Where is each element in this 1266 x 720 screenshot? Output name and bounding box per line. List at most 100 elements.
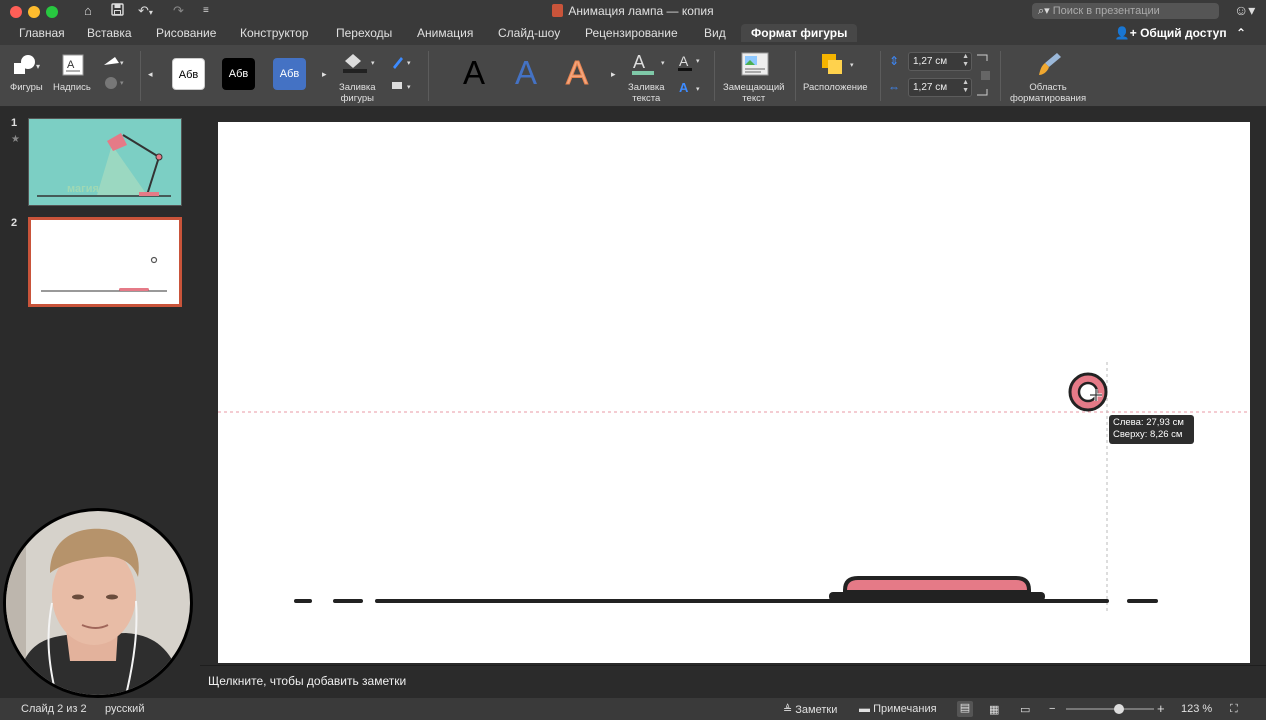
svg-text:▾: ▾ (407, 60, 411, 67)
slide-number-1: 1 (11, 117, 18, 129)
format-pane-label: Область форматирования (1010, 82, 1086, 104)
wordart-orange[interactable]: A (565, 54, 588, 91)
shapes-label: Фигуры (10, 82, 43, 93)
search-placeholder: Поиск в презентации (1052, 5, 1160, 17)
tab-design[interactable]: Конструктор (240, 26, 308, 40)
redo-icon[interactable]: ↷ (173, 3, 184, 19)
tab-slideshow[interactable]: Слайд-шоу (498, 26, 560, 40)
notes-toggle-label: Заметки (795, 704, 838, 716)
svg-text:A: A (67, 59, 75, 71)
slide-content (218, 362, 1250, 612)
document-icon (552, 4, 564, 17)
slide-thumbnail-2[interactable] (28, 217, 182, 307)
styles-prev-arrow[interactable]: ◂ (148, 69, 153, 80)
styles-next-arrow[interactable]: ▸ (322, 69, 327, 80)
share-label: Общий доступ (1140, 26, 1227, 40)
width-stepper[interactable]: ▲ ▼ (962, 79, 969, 95)
normal-view-icon[interactable]: ▤ (957, 701, 973, 717)
arrange-icon[interactable]: ▾ (820, 52, 860, 81)
shape-style-blue[interactable]: Абв (273, 58, 306, 90)
comments-toggle-button[interactable]: ▬ Примечания (859, 703, 937, 715)
text-fill-label: Заливка текста (628, 82, 665, 104)
reading-view-icon[interactable]: ▭ (1020, 703, 1030, 716)
search-input[interactable]: ⌕▾ Поиск в презентации (1032, 3, 1219, 19)
lamp-base-plate[interactable] (829, 592, 1045, 601)
status-bar: Слайд 2 из 2 русский ≜ Заметки ▬ Примеча… (0, 698, 1266, 720)
edit-shape-icon[interactable]: ▾ ▾ (101, 53, 127, 98)
share-button[interactable]: 👤+ Общий доступ ⌃ (1115, 26, 1246, 40)
slide-thumbnail-1[interactable]: магия (28, 118, 182, 206)
alt-text-label-line2: текст (742, 93, 766, 104)
arrange-label: Расположение (803, 82, 868, 93)
text-outline-icon[interactable]: A ▾ A ▾ (676, 51, 706, 100)
save-icon[interactable] (111, 3, 124, 19)
slide-2-preview (41, 256, 167, 292)
ribbon-toolbar: ▾ Фигуры A Надпись ▾ ▾ ◂ Абв Абв Абв ▸ ▾ … (0, 45, 1266, 107)
slide-1-thumb-text: магия (67, 183, 99, 195)
shape-style-black[interactable]: Абв (222, 58, 255, 90)
tab-shape-format[interactable]: Формат фигуры (741, 24, 858, 42)
svg-text:▾: ▾ (120, 80, 124, 87)
close-window-button[interactable] (10, 6, 22, 18)
comments-icon: ▬ (859, 703, 870, 715)
minimize-window-button[interactable] (28, 6, 40, 18)
text-fill-label-line1: Заливка (628, 82, 665, 93)
shape-outline-icon[interactable]: ▾ ▾ (389, 53, 417, 98)
height-stepper[interactable]: ▲ ▼ (962, 53, 969, 69)
ribbon-separator (1000, 51, 1001, 101)
text-fill-icon[interactable]: A ▾ (630, 51, 668, 82)
slide-sorter-icon[interactable]: ▦ (989, 703, 999, 716)
slide-canvas[interactable] (218, 122, 1250, 663)
wordart-blue[interactable]: A (515, 55, 537, 91)
zoom-level[interactable]: 123 % (1181, 703, 1212, 715)
zoom-slider-thumb[interactable] (1114, 704, 1125, 714)
shapes-icon[interactable]: ▾ (12, 53, 42, 84)
shape-fill-label-line2: фигуры (340, 93, 374, 104)
language-indicator[interactable]: русский (105, 703, 144, 715)
feedback-smiley-icon[interactable]: ☺▾ (1234, 2, 1255, 19)
customize-toolbar-icon[interactable]: ≡ (203, 3, 209, 19)
tab-view[interactable]: Вид (704, 26, 726, 40)
tab-review[interactable]: Рецензирование (585, 26, 678, 40)
tab-draw[interactable]: Рисование (156, 26, 216, 40)
home-icon[interactable]: ⌂ (84, 3, 92, 19)
powerpoint-window: ⌂ ↶▾ ↷ ≡ Анимация лампа — копия ⌕▾ Поиск … (0, 0, 1266, 720)
maximize-window-button[interactable] (46, 6, 58, 18)
alt-text-icon[interactable] (741, 52, 769, 81)
shape-fill-label-line1: Заливка (339, 82, 376, 93)
alt-text-label: Замещающий текст (723, 82, 785, 104)
lock-aspect-icon[interactable] (975, 53, 991, 102)
wordart-next-arrow[interactable]: ▸ (611, 69, 616, 80)
notes-toggle-button[interactable]: ≜ Заметки (783, 703, 837, 716)
format-pane-label-line1: Область (1029, 82, 1067, 93)
wordart-black[interactable]: A (463, 55, 485, 91)
zoom-slider[interactable] (1066, 704, 1154, 714)
comments-toggle-label: Примечания (873, 703, 937, 715)
shape-fill-icon[interactable]: ▾ (341, 51, 379, 80)
shape-height-input[interactable]: 1,27 см ▲ ▼ (908, 52, 972, 71)
undo-icon[interactable]: ↶▾ (138, 3, 153, 19)
tab-home[interactable]: Главная (19, 26, 65, 40)
zoom-in-icon[interactable]: + (1157, 701, 1165, 716)
format-pane-brush-icon[interactable] (1037, 51, 1063, 82)
svg-text:▾: ▾ (696, 58, 700, 65)
svg-text:▾: ▾ (696, 86, 700, 93)
format-pane-label-line2: форматирования (1010, 93, 1087, 104)
svg-text:▾: ▾ (371, 60, 375, 67)
add-person-icon: 👤+ (1114, 26, 1137, 40)
textbox-icon[interactable]: A (61, 53, 85, 82)
tab-animations[interactable]: Анимация (417, 26, 473, 40)
zoom-out-icon[interactable]: − (1049, 703, 1055, 715)
tab-transitions[interactable]: Переходы (336, 26, 392, 40)
shape-width-input[interactable]: 1,27 см ▲ ▼ (908, 78, 972, 97)
fit-to-window-icon[interactable]: ⛶ (1230, 703, 1238, 716)
shape-height-value: 1,27 см (913, 56, 948, 67)
shape-height-icon: ⇕ (889, 54, 900, 68)
tab-insert[interactable]: Вставка (87, 26, 132, 40)
notes-pane[interactable]: Щелкните, чтобы добавить заметки (200, 665, 1266, 698)
shape-style-white[interactable]: Абв (172, 58, 205, 90)
notes-placeholder: Щелкните, чтобы добавить заметки (208, 674, 407, 688)
lamp-base-shape[interactable] (843, 576, 1031, 594)
notes-icon: ≜ (783, 704, 793, 716)
ribbon-separator (140, 51, 141, 101)
